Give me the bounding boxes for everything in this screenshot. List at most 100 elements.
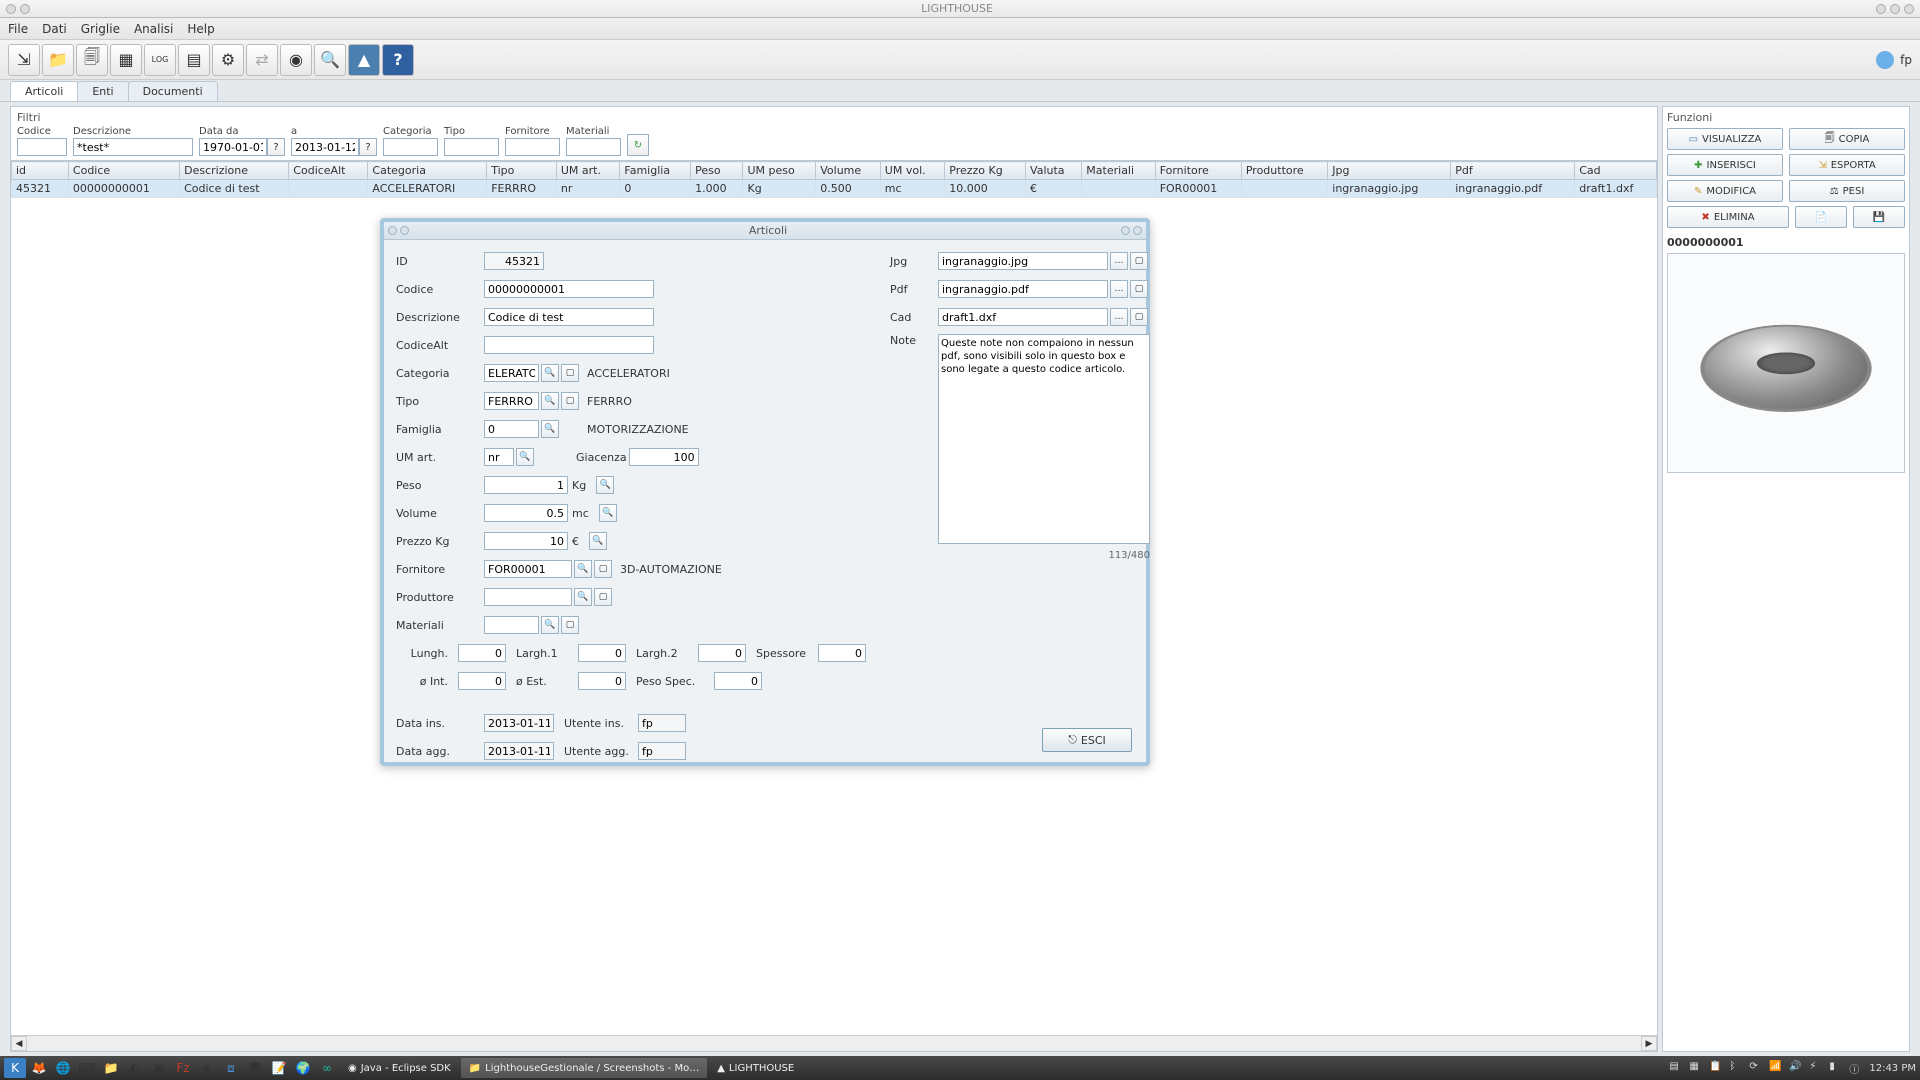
- taskbar-app-screenshots[interactable]: 📁LighthouseGestionale / Screenshots - Mo…: [461, 1058, 708, 1078]
- dlg-cat-clear-icon[interactable]: ▢: [561, 364, 579, 382]
- toolbar-grid-icon[interactable]: ▦: [110, 44, 142, 76]
- filter-fornitore-input[interactable]: [505, 138, 560, 156]
- dlg-jpg-browse-icon[interactable]: …: [1110, 252, 1128, 270]
- filter-datada-picker-icon[interactable]: ?: [267, 138, 285, 156]
- column-header[interactable]: Famiglia: [620, 162, 691, 180]
- tab-enti[interactable]: Enti: [77, 81, 128, 101]
- elimina-button[interactable]: ✖ELIMINA: [1667, 206, 1789, 228]
- globe-icon[interactable]: 🌍: [292, 1058, 314, 1078]
- dialog-shade-icon[interactable]: [400, 226, 409, 235]
- filter-a-picker-icon[interactable]: ?: [359, 138, 377, 156]
- tab-documenti[interactable]: Documenti: [128, 81, 218, 101]
- cube-icon[interactable]: ◈: [196, 1058, 218, 1078]
- taskbar-app-lighthouse[interactable]: ▲LIGHTHOUSE: [709, 1058, 802, 1078]
- filter-materiali-input[interactable]: [566, 138, 621, 156]
- dlg-prod-clear-icon[interactable]: ▢: [594, 588, 612, 606]
- dlg-cat-lookup-icon[interactable]: 🔍: [541, 364, 559, 382]
- filter-categoria-input[interactable]: [383, 138, 438, 156]
- column-header[interactable]: Materiali: [1082, 162, 1155, 180]
- column-header[interactable]: Cad: [1575, 162, 1657, 180]
- filemanager-icon[interactable]: 📁: [100, 1058, 122, 1078]
- toolbar-lighthouse-icon[interactable]: ▲: [348, 44, 380, 76]
- dlg-lungh-field[interactable]: [458, 644, 506, 662]
- dlg-prezzo-field[interactable]: [484, 532, 568, 550]
- dlg-umart-field[interactable]: [484, 448, 514, 466]
- dialog-minimize-icon[interactable]: [1121, 226, 1130, 235]
- tray-update-icon[interactable]: ⟳: [1749, 1061, 1763, 1075]
- toolbar-copy-icon[interactable]: 🗐: [76, 44, 108, 76]
- filter-a-input[interactable]: [291, 138, 359, 156]
- dlg-codice-field[interactable]: [484, 280, 654, 298]
- menu-file[interactable]: File: [8, 22, 28, 36]
- dlg-dint-field[interactable]: [458, 672, 506, 690]
- dlg-prezzo-lookup-icon[interactable]: 🔍: [589, 532, 607, 550]
- dlg-cad-clear-icon[interactable]: ▢: [1130, 308, 1148, 326]
- toolbar-help-icon[interactable]: ?: [382, 44, 414, 76]
- dlg-forn-field[interactable]: [484, 560, 572, 578]
- monitor-icon[interactable]: 🖥: [244, 1058, 266, 1078]
- terminal-icon[interactable]: ⌨: [76, 1058, 98, 1078]
- column-header[interactable]: Descrizione: [180, 162, 289, 180]
- dlg-tipo-lookup-icon[interactable]: 🔍: [541, 392, 559, 410]
- tray-clipboard-icon[interactable]: 📋: [1709, 1061, 1723, 1075]
- scroll-left-icon[interactable]: ◀: [11, 1036, 27, 1051]
- menu-analisi[interactable]: Analisi: [134, 22, 173, 36]
- firefox-icon[interactable]: 🦊: [28, 1058, 50, 1078]
- taskbar-app-eclipse[interactable]: ◉Java - Eclipse SDK: [340, 1058, 459, 1078]
- toolbar-search-icon[interactable]: 🔍: [314, 44, 346, 76]
- column-header[interactable]: Fornitore: [1155, 162, 1241, 180]
- tray-power-icon[interactable]: ⚡: [1809, 1061, 1823, 1075]
- dlg-giac-field[interactable]: [629, 448, 699, 466]
- tab-articoli[interactable]: Articoli: [10, 81, 78, 101]
- dlg-vol-lookup-icon[interactable]: 🔍: [599, 504, 617, 522]
- dlg-fam-lookup-icon[interactable]: 🔍: [541, 420, 559, 438]
- toolbar-log-icon[interactable]: LOG: [144, 44, 176, 76]
- dlg-psp-field[interactable]: [714, 672, 762, 690]
- scroll-right-icon[interactable]: ▶: [1641, 1036, 1657, 1051]
- dlg-vol-field[interactable]: [484, 504, 568, 522]
- dlg-esci-button[interactable]: ⎋ESCI: [1042, 728, 1132, 752]
- column-header[interactable]: Pdf: [1451, 162, 1575, 180]
- link-icon[interactable]: ∞: [316, 1058, 338, 1078]
- dlg-largh1-field[interactable]: [578, 644, 626, 662]
- dlg-pdf-field[interactable]: [938, 280, 1108, 298]
- editor-icon[interactable]: 📝: [268, 1058, 290, 1078]
- dlg-forn-lookup-icon[interactable]: 🔍: [574, 560, 592, 578]
- column-header[interactable]: id: [12, 162, 69, 180]
- dlg-forn-clear-icon[interactable]: ▢: [594, 560, 612, 578]
- dlg-mat-clear-icon[interactable]: ▢: [561, 616, 579, 634]
- visualizza-button[interactable]: ▭VISUALIZZA: [1667, 128, 1783, 150]
- menu-dati[interactable]: Dati: [42, 22, 67, 36]
- column-header[interactable]: Peso: [691, 162, 743, 180]
- column-header[interactable]: CodiceAlt: [289, 162, 368, 180]
- dlg-codalt-field[interactable]: [484, 336, 654, 354]
- tray-network-icon[interactable]: 📶: [1769, 1061, 1783, 1075]
- copia-button[interactable]: 🗐COPIA: [1789, 128, 1905, 150]
- modifica-button[interactable]: ✎MODIFICA: [1667, 180, 1783, 202]
- dlg-fam-field[interactable]: [484, 420, 539, 438]
- column-header[interactable]: Categoria: [368, 162, 487, 180]
- dlg-umart-lookup-icon[interactable]: 🔍: [516, 448, 534, 466]
- dlg-mat-lookup-icon[interactable]: 🔍: [541, 616, 559, 634]
- dialog-close-icon[interactable]: [1133, 226, 1142, 235]
- dlg-cat-field[interactable]: [484, 364, 539, 382]
- dlg-descr-field[interactable]: [484, 308, 654, 326]
- menu-griglie[interactable]: Griglie: [81, 22, 120, 36]
- dlg-largh2-field[interactable]: [698, 644, 746, 662]
- dlg-mat-field[interactable]: [484, 616, 539, 634]
- dlg-pdf-browse-icon[interactable]: …: [1110, 280, 1128, 298]
- tray-clock[interactable]: 12:43 PM: [1869, 1063, 1916, 1074]
- dialog-titlebar[interactable]: Articoli: [384, 222, 1146, 240]
- table-row[interactable]: 4532100000000001Codice di testACCELERATO…: [12, 180, 1657, 198]
- dlg-cad-field[interactable]: [938, 308, 1108, 326]
- dlg-cad-browse-icon[interactable]: …: [1110, 308, 1128, 326]
- chrome-icon[interactable]: 🌐: [52, 1058, 74, 1078]
- pesi-button[interactable]: ⚖PESI: [1789, 180, 1905, 202]
- dlg-peso-lookup-icon[interactable]: 🔍: [596, 476, 614, 494]
- clock-icon[interactable]: ◐: [124, 1058, 146, 1078]
- toolbar-folder-icon[interactable]: 📁: [42, 44, 74, 76]
- dlg-tipo-clear-icon[interactable]: ▢: [561, 392, 579, 410]
- tray-battery-icon[interactable]: ▮: [1829, 1061, 1843, 1075]
- filter-descrizione-input[interactable]: [73, 138, 193, 156]
- dlg-jpg-clear-icon[interactable]: ▢: [1130, 252, 1148, 270]
